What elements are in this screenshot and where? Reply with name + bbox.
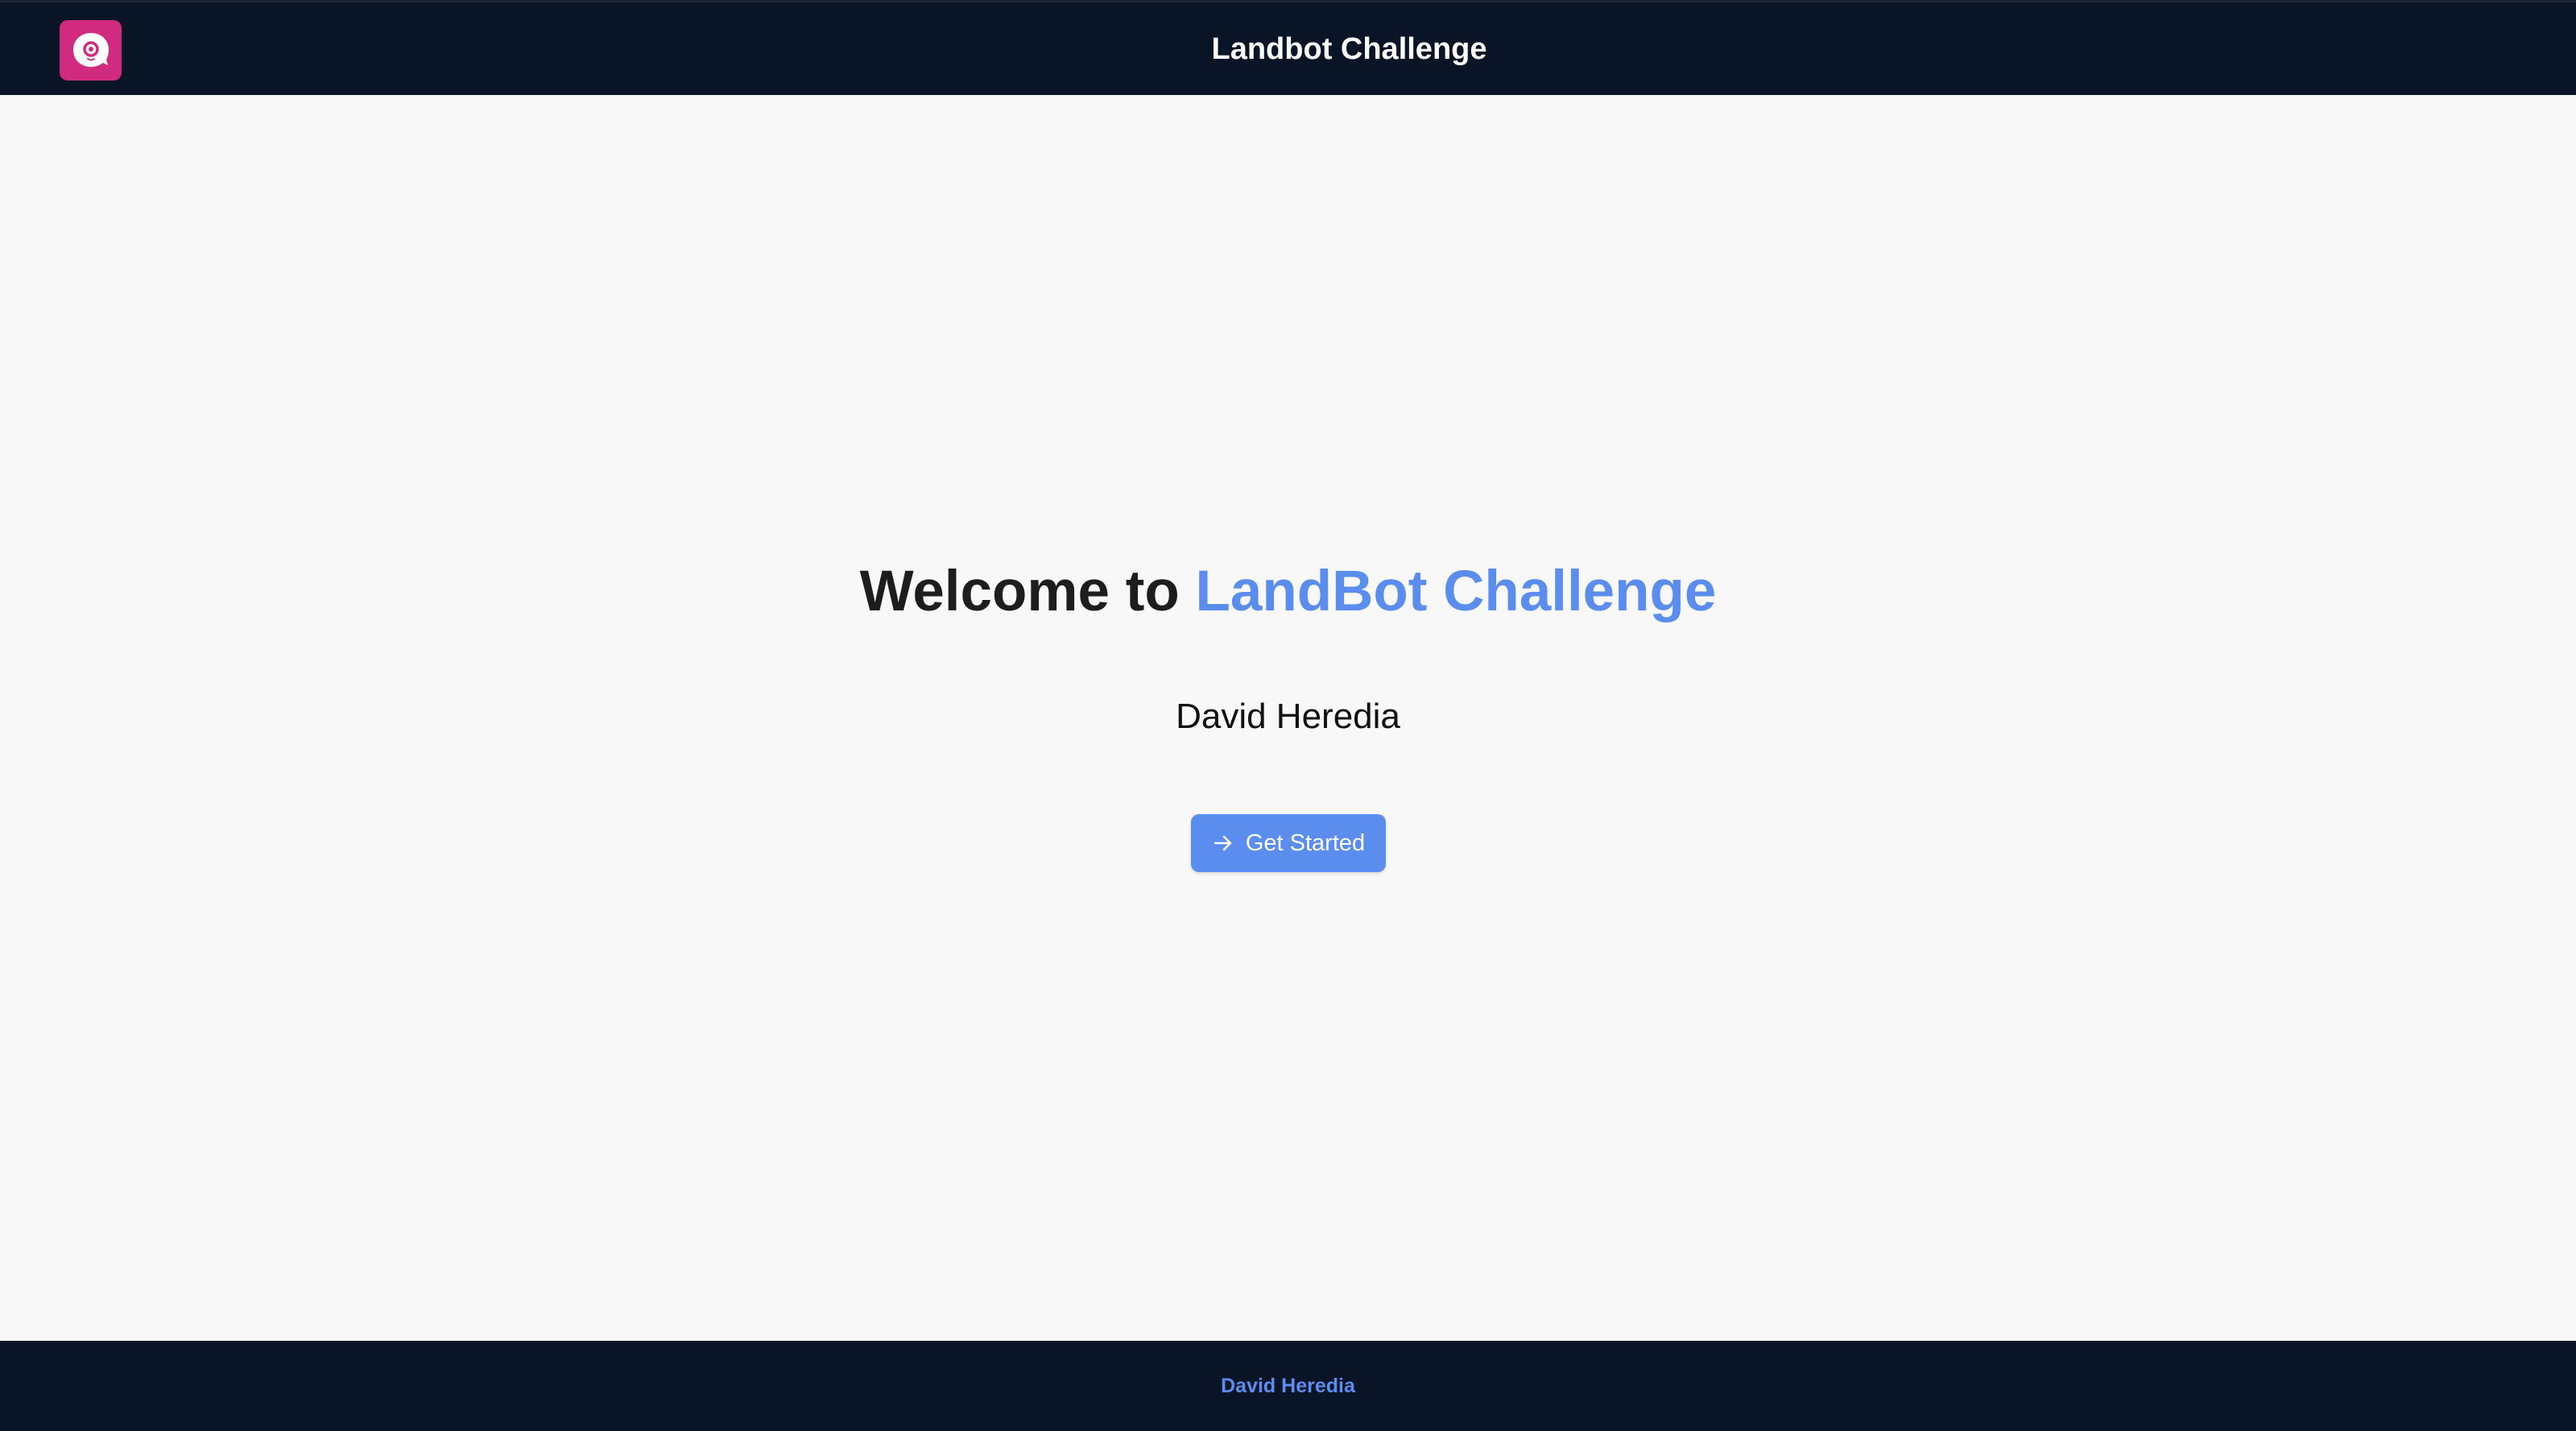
footer: David Heredia xyxy=(0,1341,2576,1431)
get-started-label: Get Started xyxy=(1245,829,1366,856)
welcome-prefix: Welcome to xyxy=(859,560,1196,623)
top-navbar: Landbot Challenge xyxy=(0,0,2576,95)
page: Landbot Challenge Welcome to LandBot Cha… xyxy=(0,0,2576,1431)
author-name: David Heredia xyxy=(1176,697,1400,736)
footer-author-link[interactable]: David Heredia xyxy=(0,1341,2576,1431)
arrow-right-icon xyxy=(1212,832,1234,854)
welcome-accent: LandBot Challenge xyxy=(1195,560,1717,623)
app-title: Landbot Challenge xyxy=(1211,32,1487,66)
welcome-heading: Welcome to LandBot Challenge xyxy=(0,556,2576,628)
get-started-button[interactable]: Get Started xyxy=(1191,814,1386,872)
